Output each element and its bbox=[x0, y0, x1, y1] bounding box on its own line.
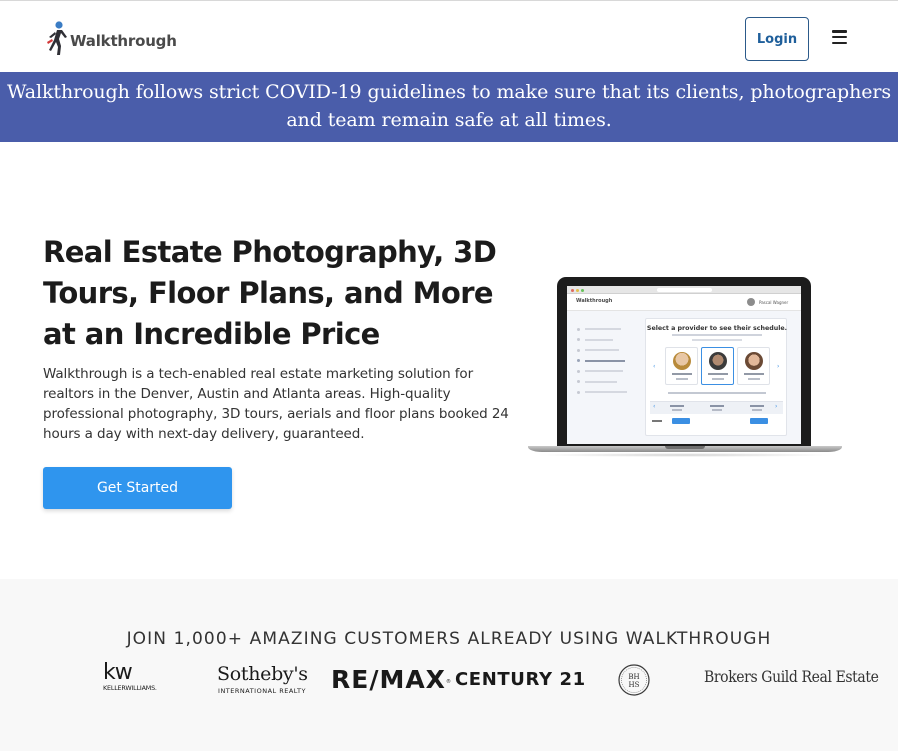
svg-text:HS: HS bbox=[629, 681, 640, 689]
keller-williams-logo: kw KELLERWILLIAMS. bbox=[103, 660, 157, 693]
get-started-button[interactable]: Get Started bbox=[43, 467, 232, 509]
provider-option bbox=[665, 347, 698, 385]
chevron-left-icon: ‹ bbox=[653, 363, 656, 370]
svg-text:BH: BH bbox=[628, 673, 639, 681]
customers-title: JOIN 1,000+ AMAZING CUSTOMERS ALREADY US… bbox=[126, 629, 772, 649]
provider-option bbox=[737, 347, 770, 385]
provider-card: Select a provider to see their schedule.… bbox=[645, 318, 787, 436]
covid-banner-text: Walkthrough follows strict COVID-19 guid… bbox=[7, 81, 891, 131]
laptop-screen: Walkthrough Pascal Wagner Select a provi… bbox=[567, 286, 801, 444]
hamburger-menu-icon[interactable] bbox=[832, 29, 849, 45]
laptop-screen-frame: Walkthrough Pascal Wagner Select a provi… bbox=[557, 277, 811, 449]
bhhs-logo: BH HS bbox=[618, 664, 650, 696]
hero-description: Walkthrough is a tech-enabled real estat… bbox=[43, 366, 509, 442]
schedule-days: ‹ › bbox=[650, 401, 783, 414]
app-header: Walkthrough Pascal Wagner bbox=[567, 294, 801, 311]
app-logo: Walkthrough bbox=[576, 298, 613, 304]
site-header: Walkthrough Login bbox=[0, 1, 898, 72]
customers-section: JOIN 1,000+ AMAZING CUSTOMERS ALREADY US… bbox=[0, 579, 898, 751]
avatar bbox=[747, 298, 755, 306]
remax-logo: RE/MAX® bbox=[331, 665, 452, 694]
browser-bar bbox=[567, 286, 801, 294]
century-21-logo: CENTURY 21 bbox=[455, 669, 586, 690]
hero-title: Real Estate Photography, 3D Tours, Floor… bbox=[43, 235, 497, 351]
sothebys-logo: Sotheby's INTERNATIONAL REALTY bbox=[217, 663, 308, 695]
walker-icon bbox=[47, 21, 67, 55]
brokers-guild-logo: Brokers Guild Real Estate bbox=[704, 668, 879, 687]
login-button[interactable]: Login bbox=[745, 17, 809, 61]
app-user-name: Pascal Wagner bbox=[759, 300, 789, 305]
app-steps bbox=[577, 324, 635, 398]
chevron-right-icon: › bbox=[777, 363, 780, 370]
covid-banner: Walkthrough follows strict COVID-19 guid… bbox=[0, 72, 898, 142]
laptop-mockup-image: Walkthrough Pascal Wagner Select a provi… bbox=[528, 277, 842, 459]
logo-text: Walkthrough bbox=[70, 32, 177, 50]
provider-option bbox=[701, 347, 734, 385]
provider-card-title: Select a provider to see their schedule. bbox=[646, 325, 788, 332]
walkthrough-logo[interactable]: Walkthrough bbox=[43, 19, 177, 57]
